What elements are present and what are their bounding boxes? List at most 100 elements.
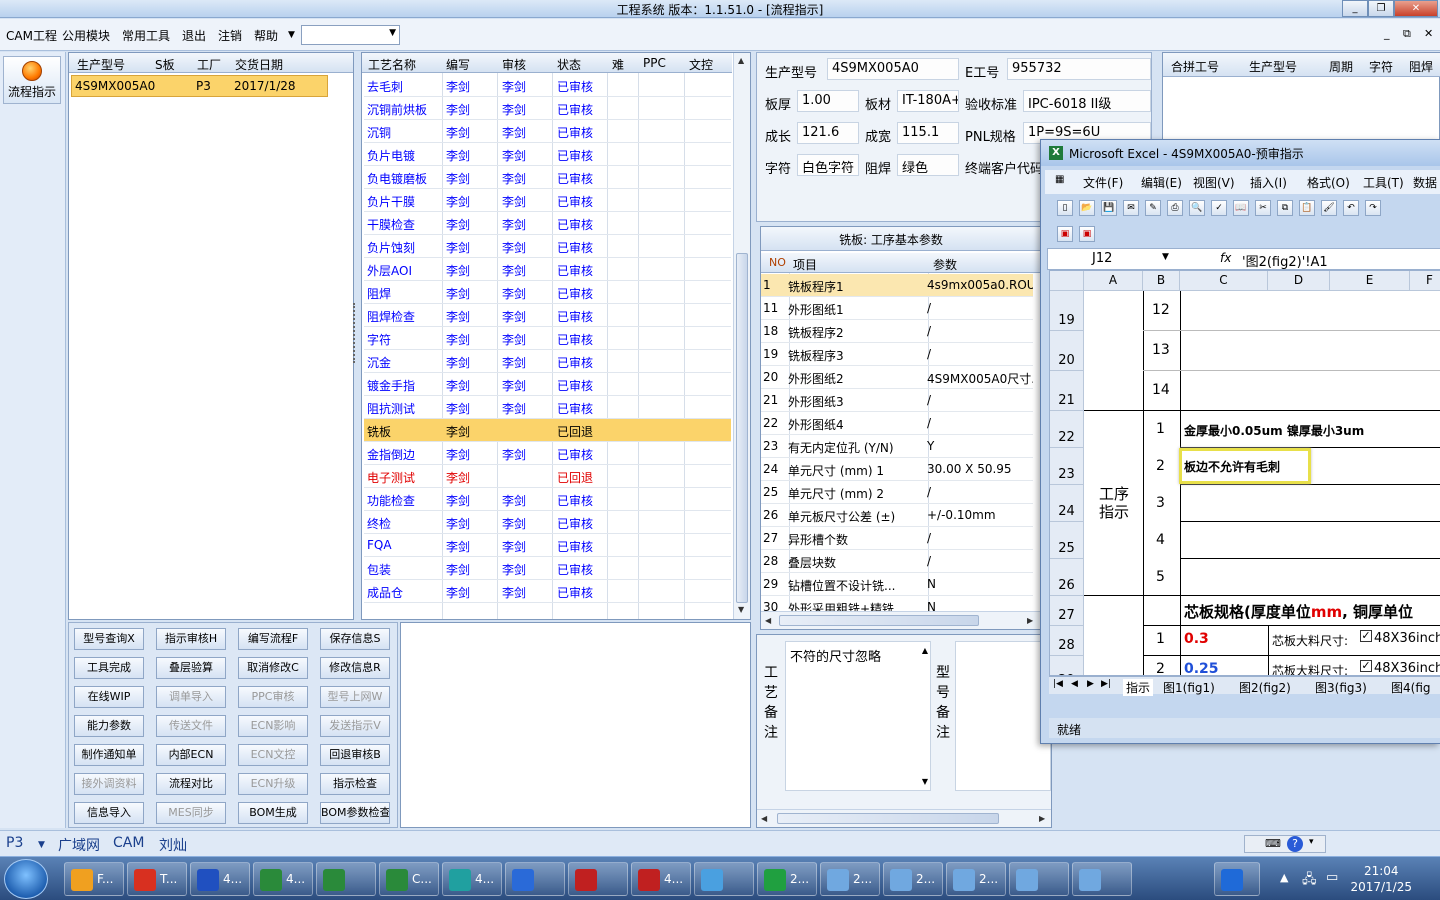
param-row[interactable]: 22 外形图纸4 / — [761, 412, 1033, 435]
chevron-down-icon[interactable]: ▼ — [38, 840, 45, 850]
row-header[interactable]: 26 — [1050, 559, 1084, 596]
taskbar-button[interactable]: F... — [64, 862, 124, 896]
menu-logout[interactable]: 注销 — [218, 27, 242, 44]
process-row[interactable]: 沉铜前烘板 李剑 李剑 已审核 — [364, 97, 731, 120]
process-row[interactable]: 负片电镀 李剑 李剑 已审核 — [364, 143, 731, 166]
process-row[interactable]: FQA 李剑 李剑 已审核 — [364, 534, 731, 557]
new-icon[interactable]: ▯ — [1057, 200, 1073, 216]
name-box[interactable]: J12 — [1092, 251, 1112, 266]
spell-icon[interactable]: ✓ — [1211, 200, 1227, 216]
cell-d29[interactable]: 芯板大料尺寸: — [1272, 662, 1348, 675]
process-row[interactable]: 去毛刺 李剑 李剑 已审核 — [364, 74, 731, 97]
cell-b28[interactable]: 1 — [1156, 631, 1165, 647]
action-button[interactable]: 指示审核H — [156, 628, 226, 650]
e-field[interactable]: 955732 — [1007, 58, 1151, 80]
action-button[interactable]: 编写流程F — [238, 628, 308, 650]
process-row[interactable]: 沉金 李剑 李剑 已审核 — [364, 350, 731, 373]
order-row[interactable]: 4S9MX005A0 P3 2017/1/28 — [71, 75, 328, 97]
param-row[interactable]: 1 铣板程序1 4s9mx005a0.ROU — [761, 274, 1033, 297]
link-wan[interactable]: 广域网 — [58, 835, 100, 855]
param-row[interactable]: 27 异形槽个数 / — [761, 527, 1033, 550]
col-ppc[interactable]: PPC — [643, 56, 666, 70]
taskbar-button[interactable] — [694, 862, 754, 896]
cell-b29[interactable]: 2 — [1156, 661, 1165, 675]
menu-cam[interactable]: CAM工程 — [6, 27, 57, 44]
mask-field[interactable]: 绿色 — [897, 154, 959, 176]
scroll-up-icon[interactable]: ▲ — [922, 646, 928, 655]
taskbar-button[interactable]: 2... — [820, 862, 880, 896]
action-button[interactable]: 保存信息S — [320, 628, 390, 650]
taskbar-button[interactable]: T... — [127, 862, 187, 896]
sheet-tab-fig1[interactable]: 图1(fig1) — [1163, 679, 1215, 696]
wid-field[interactable]: 115.1 — [897, 122, 959, 144]
splitter-handle[interactable] — [353, 303, 357, 363]
excel-sheet[interactable]: A B C D E F 1920212223242526272829 12 13… — [1049, 270, 1440, 676]
sheet-tab-instructions[interactable]: 指示 — [1123, 679, 1154, 696]
excel-titlebar[interactable]: X Microsoft Excel - 4S9MX005A0-预审指示 — [1041, 140, 1440, 166]
param-row[interactable]: 20 外形图纸2 4S9MX005A0尺寸... — [761, 366, 1033, 389]
help-icon[interactable]: ? — [1287, 836, 1303, 852]
paste-icon[interactable]: 📋 — [1299, 200, 1315, 216]
cell-b21[interactable]: 14 — [1152, 382, 1170, 398]
chevron-down-icon[interactable]: ▾ — [1309, 837, 1314, 847]
col-factory[interactable]: 工厂 — [197, 56, 221, 73]
monitor-icon[interactable]: ▭ — [1326, 870, 1338, 885]
col-header-e[interactable]: E — [1330, 271, 1410, 291]
restore-button[interactable]: ❐ — [1368, 0, 1394, 17]
row-header[interactable]: 24 — [1050, 485, 1084, 522]
tab-last-icon[interactable]: ▶| — [1101, 679, 1111, 689]
cell-c27[interactable]: 芯板规格(厚度单位mm, 铜厚单位 — [1184, 601, 1413, 622]
action-button[interactable]: 信息导入 — [74, 802, 144, 824]
excel-menu-data[interactable]: 数据 — [1413, 174, 1437, 191]
col-param[interactable]: 参数 — [933, 256, 957, 273]
scroll-down-icon[interactable]: ▼ — [738, 605, 744, 614]
row-header[interactable]: 29 — [1050, 656, 1084, 675]
excel-menu-file[interactable]: 文件(F) — [1083, 174, 1123, 191]
col-reviewer[interactable]: 审核 — [502, 56, 526, 73]
factory-selector[interactable]: P3 — [6, 835, 23, 851]
model-field[interactable]: 4S9MX005A0 — [827, 58, 959, 80]
scroll-left-icon[interactable]: ◀ — [761, 814, 767, 823]
permission-icon[interactable]: ✉ — [1123, 200, 1139, 216]
action-button[interactable]: 能力参数 — [74, 715, 144, 737]
row-header[interactable]: 23 — [1050, 448, 1084, 485]
len-field[interactable]: 121.6 — [797, 122, 859, 144]
tray-expand-icon[interactable]: ▲ — [1280, 871, 1288, 884]
process-row[interactable]: 负片蚀刻 李剑 李剑 已审核 — [364, 235, 731, 258]
process-row[interactable]: 功能检查 李剑 李剑 已审核 — [364, 488, 731, 511]
undo-icon[interactable]: ↶ — [1343, 200, 1359, 216]
minimize-button[interactable]: _ — [1342, 0, 1368, 17]
col-header-b[interactable]: B — [1143, 271, 1180, 291]
sheet-tab-fig4[interactable]: 图4(fig — [1391, 679, 1431, 696]
process-row[interactable]: 阻焊 李剑 李剑 已审核 — [364, 281, 731, 304]
row-header[interactable]: 21 — [1050, 371, 1084, 411]
scroll-right-icon[interactable]: ▶ — [1039, 814, 1045, 823]
model-remark-field[interactable] — [955, 641, 1051, 791]
action-button[interactable]: 取消修改C — [238, 657, 308, 679]
clock[interactable]: 21:04 2017/1/25 — [1350, 863, 1412, 895]
excel-menu-tools[interactable]: 工具(T) — [1363, 174, 1404, 191]
col-item[interactable]: 项目 — [793, 256, 817, 273]
cell-b23[interactable]: 2 — [1156, 458, 1165, 474]
row-header[interactable]: 22 — [1050, 411, 1084, 448]
taskbar-button[interactable]: 4... — [190, 862, 250, 896]
action-button[interactable]: BOM参数检查 — [320, 802, 390, 824]
process-row[interactable]: 铣板 李剑 已回退 — [364, 419, 731, 442]
excel-menu-insert[interactable]: 插入(I) — [1250, 174, 1287, 191]
action-button[interactable]: 叠层验算 — [156, 657, 226, 679]
params-hscroll[interactable]: ◀ ▶ — [761, 611, 1041, 629]
print-icon[interactable]: ⎙ — [1167, 200, 1183, 216]
excel-menu-edit[interactable]: 编辑(E) — [1141, 174, 1182, 191]
pdf-convert-icon[interactable]: ▣ — [1079, 226, 1095, 242]
network-icon[interactable]: 🖧 — [1302, 870, 1317, 892]
chevron-down-icon[interactable]: ▼ — [288, 30, 295, 40]
link-cam[interactable]: CAM — [113, 835, 144, 851]
keyboard-icon[interactable]: ⌨ — [1265, 837, 1281, 850]
process-row[interactable]: 电子测试 李剑 已回退 — [364, 465, 731, 488]
checkbox-28[interactable]: ✓ — [1360, 630, 1372, 642]
col-no[interactable]: NO — [769, 256, 786, 269]
param-row[interactable]: 11 外形图纸1 / — [761, 297, 1033, 320]
col-merge-model[interactable]: 生产型号 — [1249, 58, 1297, 75]
param-row[interactable]: 24 单元尺寸 (mm) 1 30.00 X 50.95 — [761, 458, 1033, 481]
accept-field[interactable]: IPC-6018 II级 — [1023, 90, 1151, 112]
